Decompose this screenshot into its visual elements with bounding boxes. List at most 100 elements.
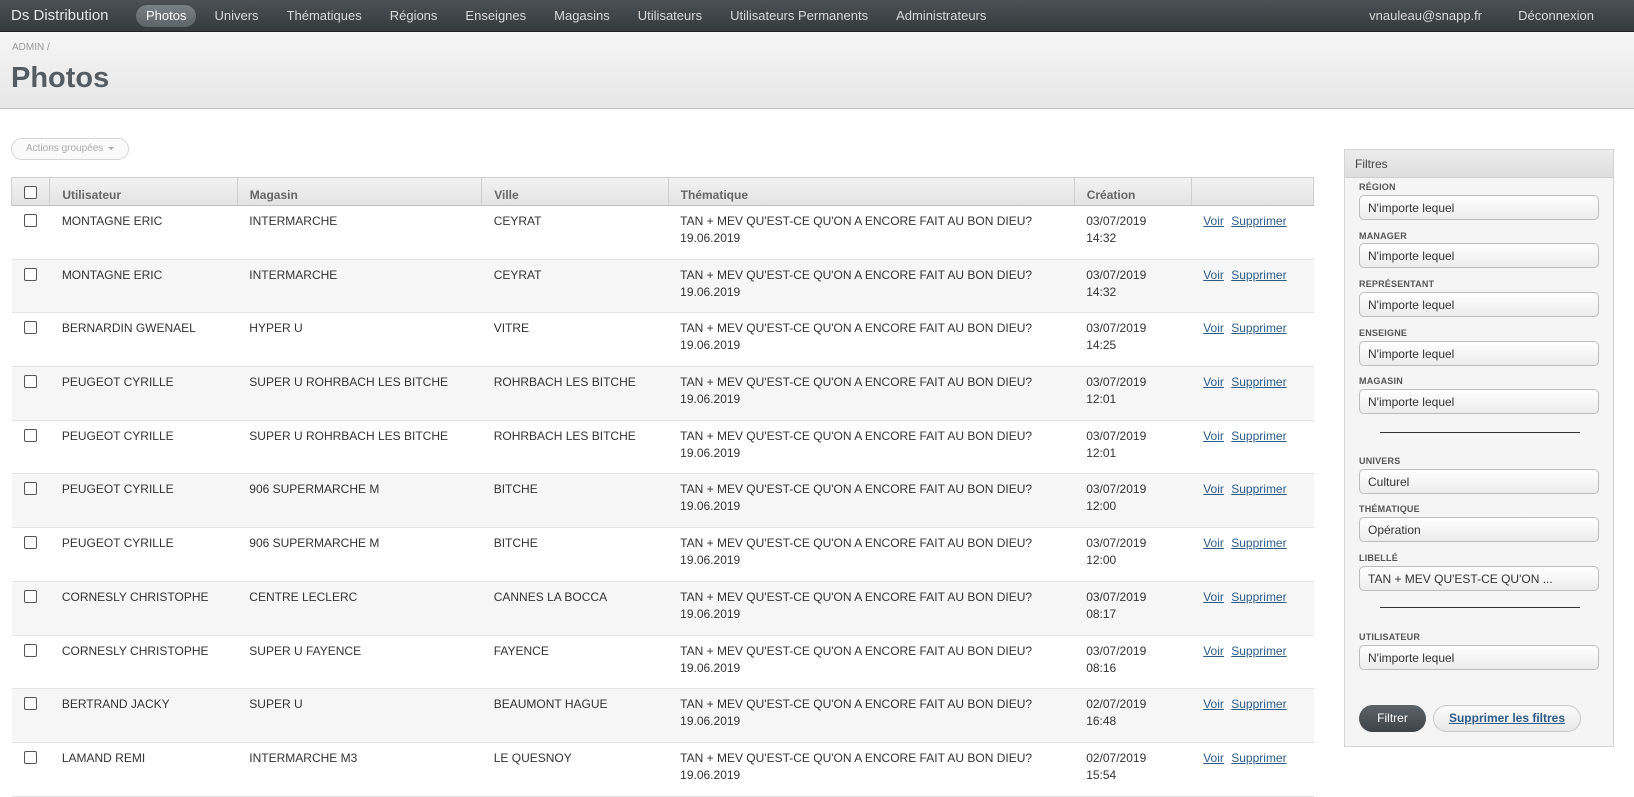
row-checkbox[interactable] bbox=[23, 536, 37, 550]
row-checkbox[interactable] bbox=[23, 321, 37, 335]
delete-link[interactable]: Supprimer bbox=[1231, 429, 1286, 443]
column-header-ville[interactable]: Ville bbox=[481, 177, 669, 206]
row-select-cell bbox=[12, 689, 50, 743]
group-actions-button[interactable]: Actions groupées bbox=[11, 138, 130, 160]
delete-link[interactable]: Supprimer bbox=[1231, 536, 1286, 550]
filter-libelle-select[interactable]: TAN + MEV QU'EST-CE QU'ON ... bbox=[1359, 566, 1599, 591]
cell-creation: 03/07/2019 12:01 bbox=[1074, 420, 1191, 474]
filter-magasin-select[interactable]: N'importe lequel bbox=[1359, 389, 1599, 414]
thematique-date: 19.06.2019 bbox=[680, 606, 741, 621]
creation-date: 03/07/2019 bbox=[1086, 643, 1147, 658]
delete-link[interactable]: Supprimer bbox=[1231, 697, 1286, 711]
row-checkbox[interactable] bbox=[23, 428, 37, 442]
breadcrumb-admin[interactable]: ADMIN bbox=[12, 42, 44, 53]
row-checkbox[interactable] bbox=[23, 643, 37, 657]
filter-manager-select[interactable]: N'importe lequel bbox=[1359, 243, 1599, 268]
row-select-cell bbox=[12, 420, 50, 474]
view-link[interactable]: Voir bbox=[1203, 375, 1224, 389]
filter-thematique-select[interactable]: Opération bbox=[1359, 517, 1599, 542]
nav-item-magasins[interactable]: Magasins bbox=[544, 5, 620, 27]
filter-submit-button[interactable]: Filtrer bbox=[1359, 705, 1426, 732]
thematique-text: TAN + MEV QU'EST-CE QU'ON A ENCORE FAIT … bbox=[680, 267, 1033, 282]
cell-actions: Voir Supprimer bbox=[1191, 742, 1313, 796]
delete-link[interactable]: Supprimer bbox=[1231, 321, 1286, 335]
brand-link[interactable]: Ds Distribution bbox=[11, 7, 109, 24]
nav-item-regions[interactable]: Régions bbox=[380, 5, 448, 27]
nav-item-administrateurs[interactable]: Administrateurs bbox=[886, 5, 996, 27]
user-email-link[interactable]: vnauleau@snapp.fr bbox=[1359, 5, 1492, 27]
view-link[interactable]: Voir bbox=[1203, 429, 1224, 443]
cell-magasin: 906 SUPERMARCHE M bbox=[249, 482, 380, 497]
nav-item-thematiques[interactable]: Thématiques bbox=[277, 5, 372, 27]
delete-link[interactable]: Supprimer bbox=[1231, 375, 1286, 389]
creation-date: 03/07/2019 bbox=[1086, 321, 1147, 336]
column-header-utilisateur[interactable]: Utilisateur bbox=[49, 177, 238, 206]
creation-time: 12:01 bbox=[1086, 392, 1117, 407]
view-link[interactable]: Voir bbox=[1203, 536, 1224, 550]
select-all-checkbox[interactable] bbox=[24, 185, 37, 199]
nav-item-utilisateurs-permanents[interactable]: Utilisateurs Permanents bbox=[720, 5, 878, 27]
filter-enseigne-select[interactable]: N'importe lequel bbox=[1359, 341, 1599, 366]
cell-utilisateur: PEUGEOT CYRILLE bbox=[61, 375, 174, 390]
view-link[interactable]: Voir bbox=[1203, 214, 1224, 228]
nav-item-enseignes[interactable]: Enseignes bbox=[455, 5, 536, 27]
row-select-cell bbox=[12, 635, 50, 689]
filter-representant-select[interactable]: N'importe lequel bbox=[1359, 292, 1599, 317]
filter-enseigne-label: ENSEIGNE bbox=[1359, 328, 1408, 338]
filters-panel: Filtres RÉGION N'importe lequel MANAGER … bbox=[1344, 149, 1614, 747]
cell-ville: LE QUESNOY bbox=[493, 750, 572, 765]
filter-univers-select[interactable]: Culturel bbox=[1359, 469, 1599, 494]
row-checkbox[interactable] bbox=[23, 750, 37, 764]
cell-magasin: CENTRE LECLERC bbox=[249, 589, 358, 604]
row-checkbox[interactable] bbox=[23, 267, 37, 281]
delete-link[interactable]: Supprimer bbox=[1231, 482, 1286, 496]
view-link[interactable]: Voir bbox=[1203, 644, 1224, 658]
creation-time: 16:48 bbox=[1086, 714, 1117, 729]
view-link[interactable]: Voir bbox=[1203, 590, 1224, 604]
nav-item-univers[interactable]: Univers bbox=[204, 5, 268, 27]
filter-utilisateur-select[interactable]: N'importe lequel bbox=[1359, 645, 1599, 670]
cell-actions: Voir Supprimer bbox=[1191, 635, 1313, 689]
filter-region-select[interactable]: N'importe lequel bbox=[1359, 195, 1599, 220]
table-row: BERNARDIN GWENAEL HYPER U VITRE TAN + MEV Q… bbox=[11, 313, 1314, 367]
cell-utilisateur: PEUGEOT CYRILLE bbox=[61, 536, 174, 551]
delete-link[interactable]: Supprimer bbox=[1231, 644, 1286, 658]
thematique-text: TAN + MEV QU'EST-CE QU'ON A ENCORE FAIT … bbox=[680, 482, 1033, 497]
view-link[interactable]: Voir bbox=[1203, 268, 1224, 282]
delete-link[interactable]: Supprimer bbox=[1231, 590, 1286, 604]
row-checkbox[interactable] bbox=[23, 482, 37, 496]
view-link[interactable]: Voir bbox=[1203, 321, 1224, 335]
logout-link[interactable]: Déconnexion bbox=[1508, 5, 1604, 27]
nav-item-utilisateurs[interactable]: Utilisateurs bbox=[628, 5, 712, 27]
cell-utilisateur: MONTAGNE ERIC bbox=[61, 267, 163, 282]
cell-thematique: TAN + MEV QU'EST-CE QU'ON A ENCORE FAIT … bbox=[668, 528, 1074, 582]
page-title: Photos bbox=[11, 62, 110, 94]
view-link[interactable]: Voir bbox=[1203, 697, 1224, 711]
filter-manager-label: MANAGER bbox=[1359, 231, 1407, 241]
cell-actions: Voir Supprimer bbox=[1191, 313, 1313, 367]
clear-filters-button[interactable]: Supprimer les filtres bbox=[1433, 705, 1581, 732]
delete-link[interactable]: Supprimer bbox=[1231, 268, 1286, 282]
view-link[interactable]: Voir bbox=[1203, 751, 1224, 765]
cell-creation: 02/07/2019 16:48 bbox=[1074, 689, 1191, 743]
row-checkbox[interactable] bbox=[23, 375, 37, 389]
filter-utilisateur-label: UTILISATEUR bbox=[1359, 632, 1421, 642]
row-checkbox[interactable] bbox=[23, 589, 37, 603]
delete-link[interactable]: Supprimer bbox=[1231, 751, 1286, 765]
nav-item-photos[interactable]: Photos bbox=[136, 5, 197, 27]
row-checkbox[interactable] bbox=[23, 697, 37, 711]
table-row: PEUGEOT CYRILLE 906 SUPERMARCHE M BITCHE TA… bbox=[11, 473, 1314, 528]
delete-link[interactable]: Supprimer bbox=[1231, 214, 1286, 228]
creation-date: 03/07/2019 bbox=[1086, 428, 1147, 443]
column-header-thematique[interactable]: Thématique bbox=[668, 177, 1075, 206]
view-link[interactable]: Voir bbox=[1203, 482, 1224, 496]
cell-thematique: TAN + MEV QU'EST-CE QU'ON A ENCORE FAIT … bbox=[668, 742, 1074, 796]
cell-ville: CEYRAT bbox=[493, 214, 542, 228]
thematique-text: TAN + MEV QU'EST-CE QU'ON A ENCORE FAIT … bbox=[680, 214, 1033, 228]
cell-creation: 03/07/2019 14:32 bbox=[1074, 259, 1191, 313]
thematique-date: 19.06.2019 bbox=[680, 660, 741, 675]
column-header-magasin[interactable]: Magasin bbox=[237, 177, 483, 206]
creation-date: 03/07/2019 bbox=[1086, 214, 1147, 228]
column-header-creation[interactable]: Création bbox=[1074, 177, 1192, 206]
row-checkbox[interactable] bbox=[23, 214, 37, 227]
